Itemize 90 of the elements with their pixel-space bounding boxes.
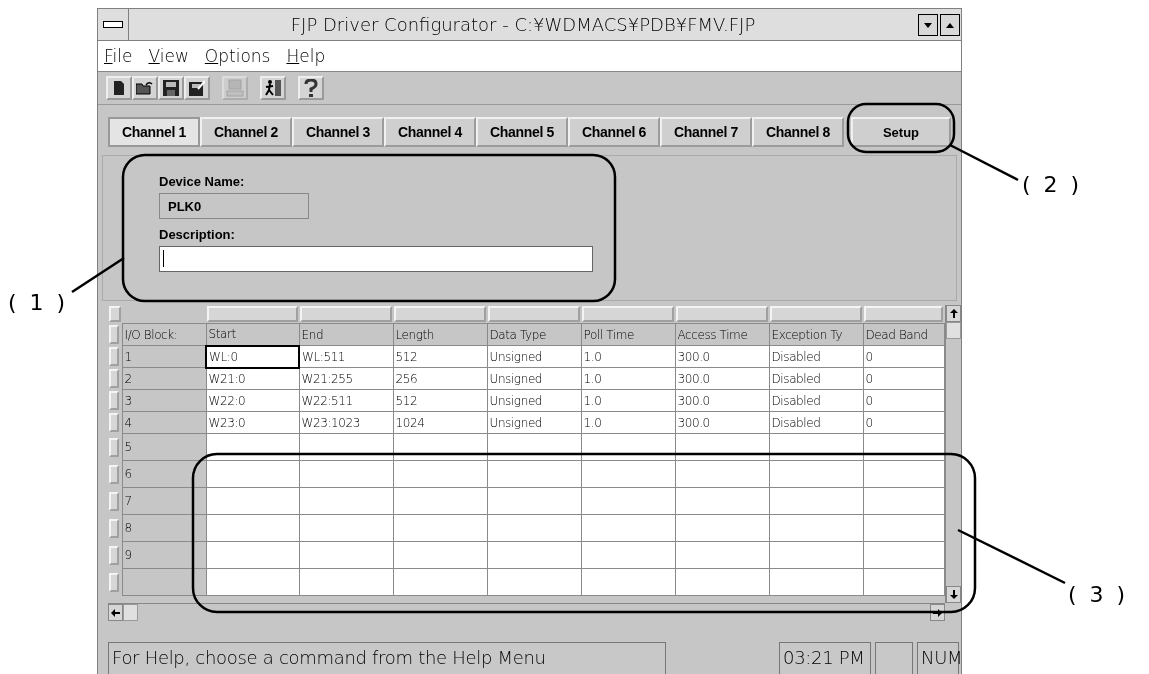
maximize-button[interactable] [940, 14, 960, 36]
right-arrow-icon [933, 608, 942, 617]
row-number: 3 [122, 389, 206, 412]
table-cell: WL:0 [206, 345, 299, 368]
column-select-button[interactable] [676, 306, 768, 322]
callout-label: ( 2 ) [1022, 172, 1083, 197]
description-label: Description: [159, 227, 236, 242]
question-mark-icon [304, 79, 318, 97]
row-select-button[interactable] [109, 437, 119, 457]
column-header: Start [206, 323, 299, 346]
toolbar-button[interactable] [158, 76, 184, 100]
num-lock-indicator: NUM [917, 642, 959, 674]
row-number: 8 [122, 514, 206, 542]
menu-item[interactable]: View [148, 46, 189, 66]
computer-icon [226, 79, 244, 97]
channel-tab[interactable]: Channel 7 [660, 117, 752, 147]
channel-tab[interactable]: Channel 4 [384, 117, 476, 147]
left-arrow-icon [111, 608, 120, 617]
leader-line [949, 143, 1019, 182]
callout-label: ( 3 ) [1068, 582, 1129, 607]
toolbar-button[interactable] [260, 76, 286, 100]
down-triangle-icon [924, 22, 932, 28]
row-number: 1 [122, 345, 206, 368]
setup-button[interactable]: Setup [851, 117, 951, 147]
column-select-button[interactable] [488, 306, 580, 322]
menu-item[interactable]: Options [204, 46, 271, 66]
corner-button[interactable] [109, 306, 121, 323]
column-header: Length [393, 323, 487, 346]
channel-tab[interactable]: Channel 3 [292, 117, 384, 147]
column-select-button[interactable] [394, 306, 486, 322]
channel-tab[interactable]: Channel 2 [200, 117, 292, 147]
row-select-button[interactable] [109, 491, 119, 511]
channel-tab[interactable]: Channel 5 [476, 117, 568, 147]
row-select-button[interactable] [109, 464, 119, 484]
document-icon [114, 81, 124, 95]
row-number: 7 [122, 487, 206, 515]
row-select-button[interactable] [109, 413, 119, 432]
toolbar-button[interactable] [106, 76, 132, 100]
row-select-button[interactable] [109, 347, 119, 366]
column-header: End [299, 323, 393, 346]
toolbar-button[interactable] [298, 76, 324, 100]
column-select-button[interactable] [582, 306, 674, 322]
menu-item[interactable]: Help [286, 46, 326, 66]
status-message: For Help, choose a command from the Help Menu [108, 642, 666, 674]
column-select-button[interactable] [207, 306, 298, 322]
column-select-button[interactable] [770, 306, 862, 322]
row-select-button[interactable] [109, 572, 119, 592]
row-select-button[interactable] [109, 518, 119, 538]
channel-tab[interactable]: Channel 6 [568, 117, 660, 147]
device-name-label: Device Name: [159, 174, 246, 189]
system-menu-button[interactable] [103, 21, 123, 28]
column-header: Exception Ty [769, 323, 863, 346]
menu-item[interactable]: File [104, 46, 133, 66]
column-header: Access Time [675, 323, 769, 346]
row-number: 2 [122, 367, 206, 390]
channel-tab[interactable]: Channel 1 [108, 117, 200, 147]
minimize-button[interactable] [918, 14, 938, 36]
down-arrow-icon [949, 590, 958, 599]
channel-tab[interactable]: Channel 8 [752, 117, 844, 147]
scrollbar-thumb[interactable] [123, 604, 138, 621]
row-select-button[interactable] [109, 545, 119, 565]
row-number: 4 [122, 411, 206, 434]
window-title: FJP Driver Configurator - C:¥WDMACS¥PDB¥FMV.FJP [289, 13, 757, 37]
description-field[interactable] [159, 246, 593, 272]
row-number: 9 [122, 541, 206, 569]
horizontal-scrollbar[interactable] [108, 603, 945, 621]
scrollbar-thumb[interactable] [946, 322, 961, 339]
up-triangle-icon [946, 22, 954, 28]
leader-line [71, 256, 125, 294]
vertical-scrollbar[interactable] [945, 305, 960, 603]
device-name-field: PLK0 [159, 193, 309, 219]
floppy-disk-pen-icon [189, 80, 205, 96]
callout-label: ( 1 ) [8, 290, 69, 315]
row-select-button[interactable] [109, 369, 119, 388]
column-select-button[interactable] [864, 306, 943, 322]
running-man-door-icon [264, 79, 282, 97]
toolbar-button[interactable] [184, 76, 210, 100]
column-header: Poll Time [581, 323, 675, 346]
folder-icon [136, 81, 154, 95]
column-header: Dead Band [863, 323, 944, 346]
up-arrow-icon [949, 309, 958, 318]
row-select-button[interactable] [109, 325, 119, 344]
row-select-button[interactable] [109, 391, 119, 410]
row-number: 5 [122, 433, 206, 461]
column-header: I/O Block: [122, 323, 206, 346]
column-header: Data Type [487, 323, 581, 346]
row-number: 6 [122, 460, 206, 488]
toolbar-button[interactable] [132, 76, 158, 100]
column-select-button[interactable] [300, 306, 392, 322]
status-time: 03:21 PM [779, 642, 871, 674]
